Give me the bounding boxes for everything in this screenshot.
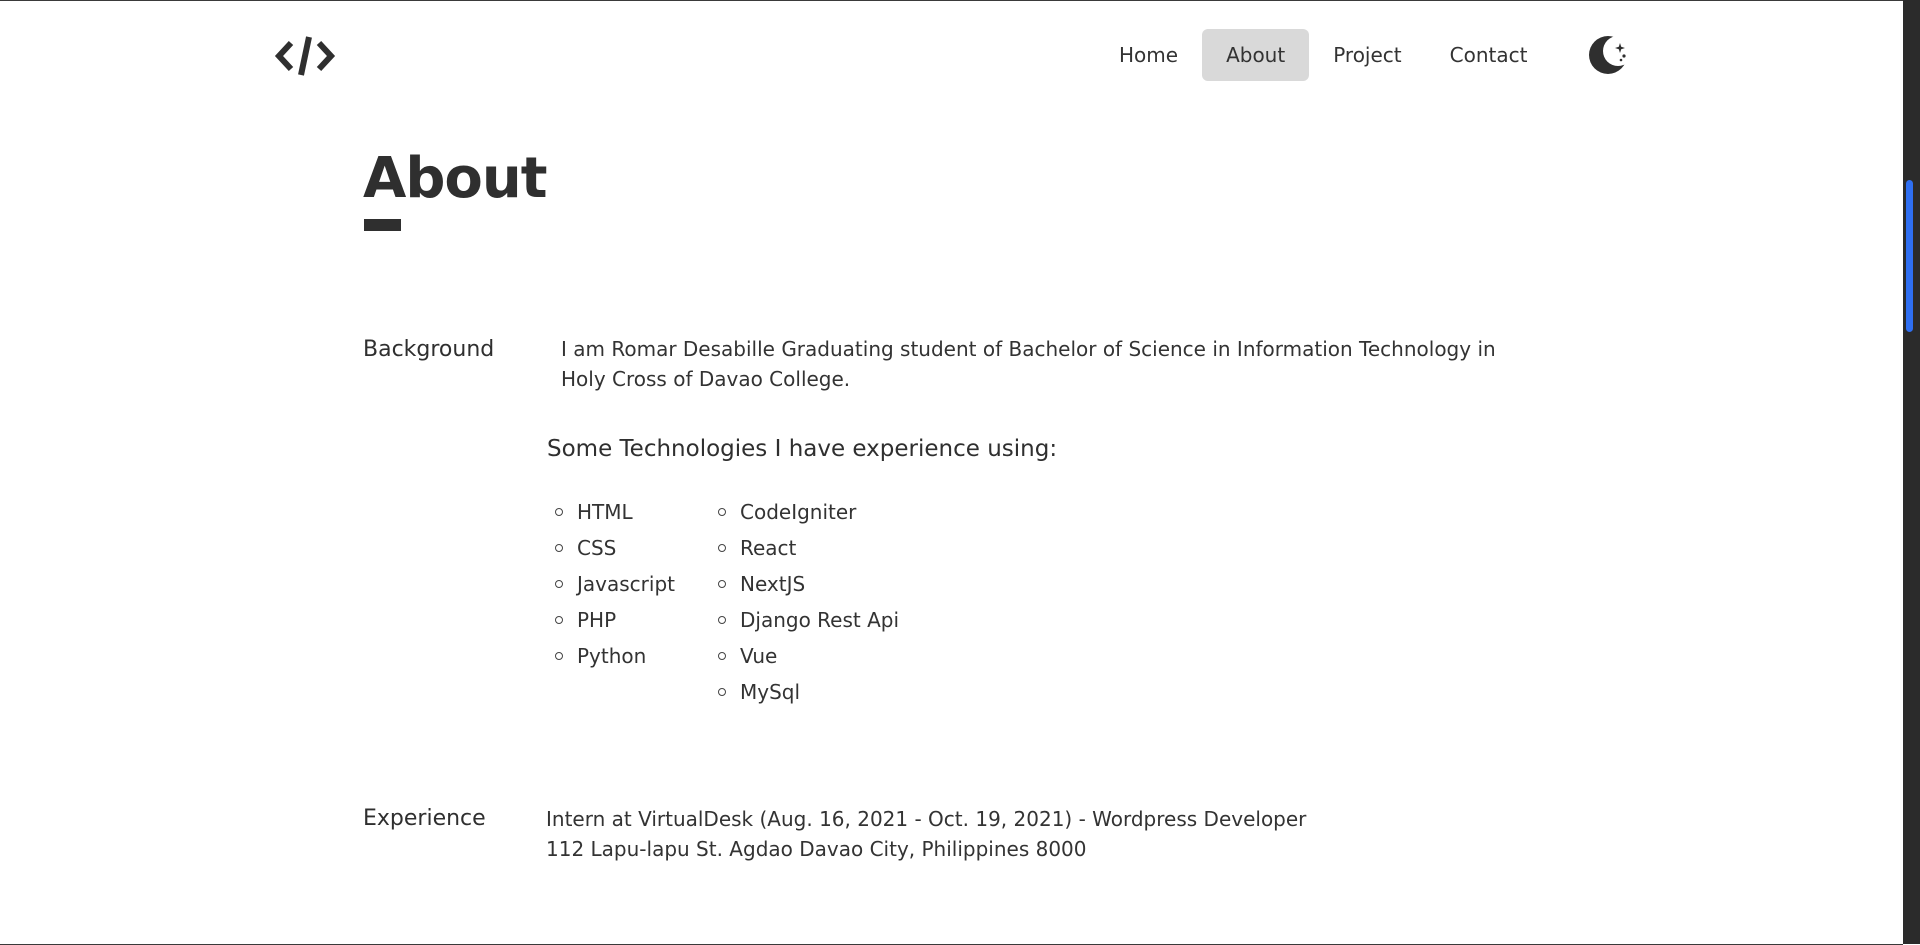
background-label: Background xyxy=(363,337,495,362)
list-item: NextJS xyxy=(710,566,899,602)
bullet-icon xyxy=(718,544,726,552)
bullet-icon xyxy=(718,652,726,660)
page-title: About xyxy=(363,146,548,211)
nav-item-contact[interactable]: Contact xyxy=(1426,29,1552,81)
title-underline xyxy=(364,219,401,231)
bullet-icon xyxy=(555,544,563,552)
code-brackets-icon[interactable] xyxy=(274,31,336,81)
list-item: Python xyxy=(547,638,675,674)
nav-item-project[interactable]: Project xyxy=(1309,29,1425,81)
bullet-icon xyxy=(718,508,726,516)
moon-stars-icon[interactable] xyxy=(1588,35,1628,75)
bullet-icon xyxy=(718,580,726,588)
background-text: I am Romar Desabille Graduating student … xyxy=(561,337,1496,391)
list-item: Django Rest Api xyxy=(710,602,899,638)
list-item: PHP xyxy=(547,602,675,638)
list-item: Javascript xyxy=(547,566,675,602)
scrollbar-thumb[interactable] xyxy=(1906,180,1913,332)
list-item: Vue xyxy=(710,638,899,674)
nav-item-home[interactable]: Home xyxy=(1095,29,1202,81)
main-nav: Home About Project Contact xyxy=(1095,29,1551,81)
list-item: React xyxy=(710,530,899,566)
scrollbar-track[interactable] xyxy=(1903,0,1920,944)
technologies-heading: Some Technologies I have experience usin… xyxy=(547,436,1058,462)
experience-line-2: 112 Lapu-lapu St. Agdao Davao City, Phil… xyxy=(546,837,1087,861)
list-item: CodeIgniter xyxy=(710,494,899,530)
bullet-icon xyxy=(555,580,563,588)
bullet-icon xyxy=(718,688,726,696)
list-item: CSS xyxy=(547,530,675,566)
experience-text: Intern at VirtualDesk (Aug. 16, 2021 - O… xyxy=(546,804,1306,864)
bullet-icon xyxy=(555,508,563,516)
list-item: HTML xyxy=(547,494,675,530)
bullet-icon xyxy=(555,616,563,624)
bullet-icon xyxy=(718,616,726,624)
bullet-icon xyxy=(555,652,563,660)
technologies-list-b: CodeIgniter React NextJS Django Rest Api… xyxy=(710,494,899,710)
technologies-list-a: HTML CSS Javascript PHP Python xyxy=(547,494,675,674)
experience-line-1: Intern at VirtualDesk (Aug. 16, 2021 - O… xyxy=(546,807,1307,831)
nav-item-about[interactable]: About xyxy=(1202,29,1310,81)
page-frame: Home About Project Contact About Backgro… xyxy=(0,0,1903,945)
list-item: MySql xyxy=(710,674,899,710)
experience-label: Experience xyxy=(363,806,486,831)
